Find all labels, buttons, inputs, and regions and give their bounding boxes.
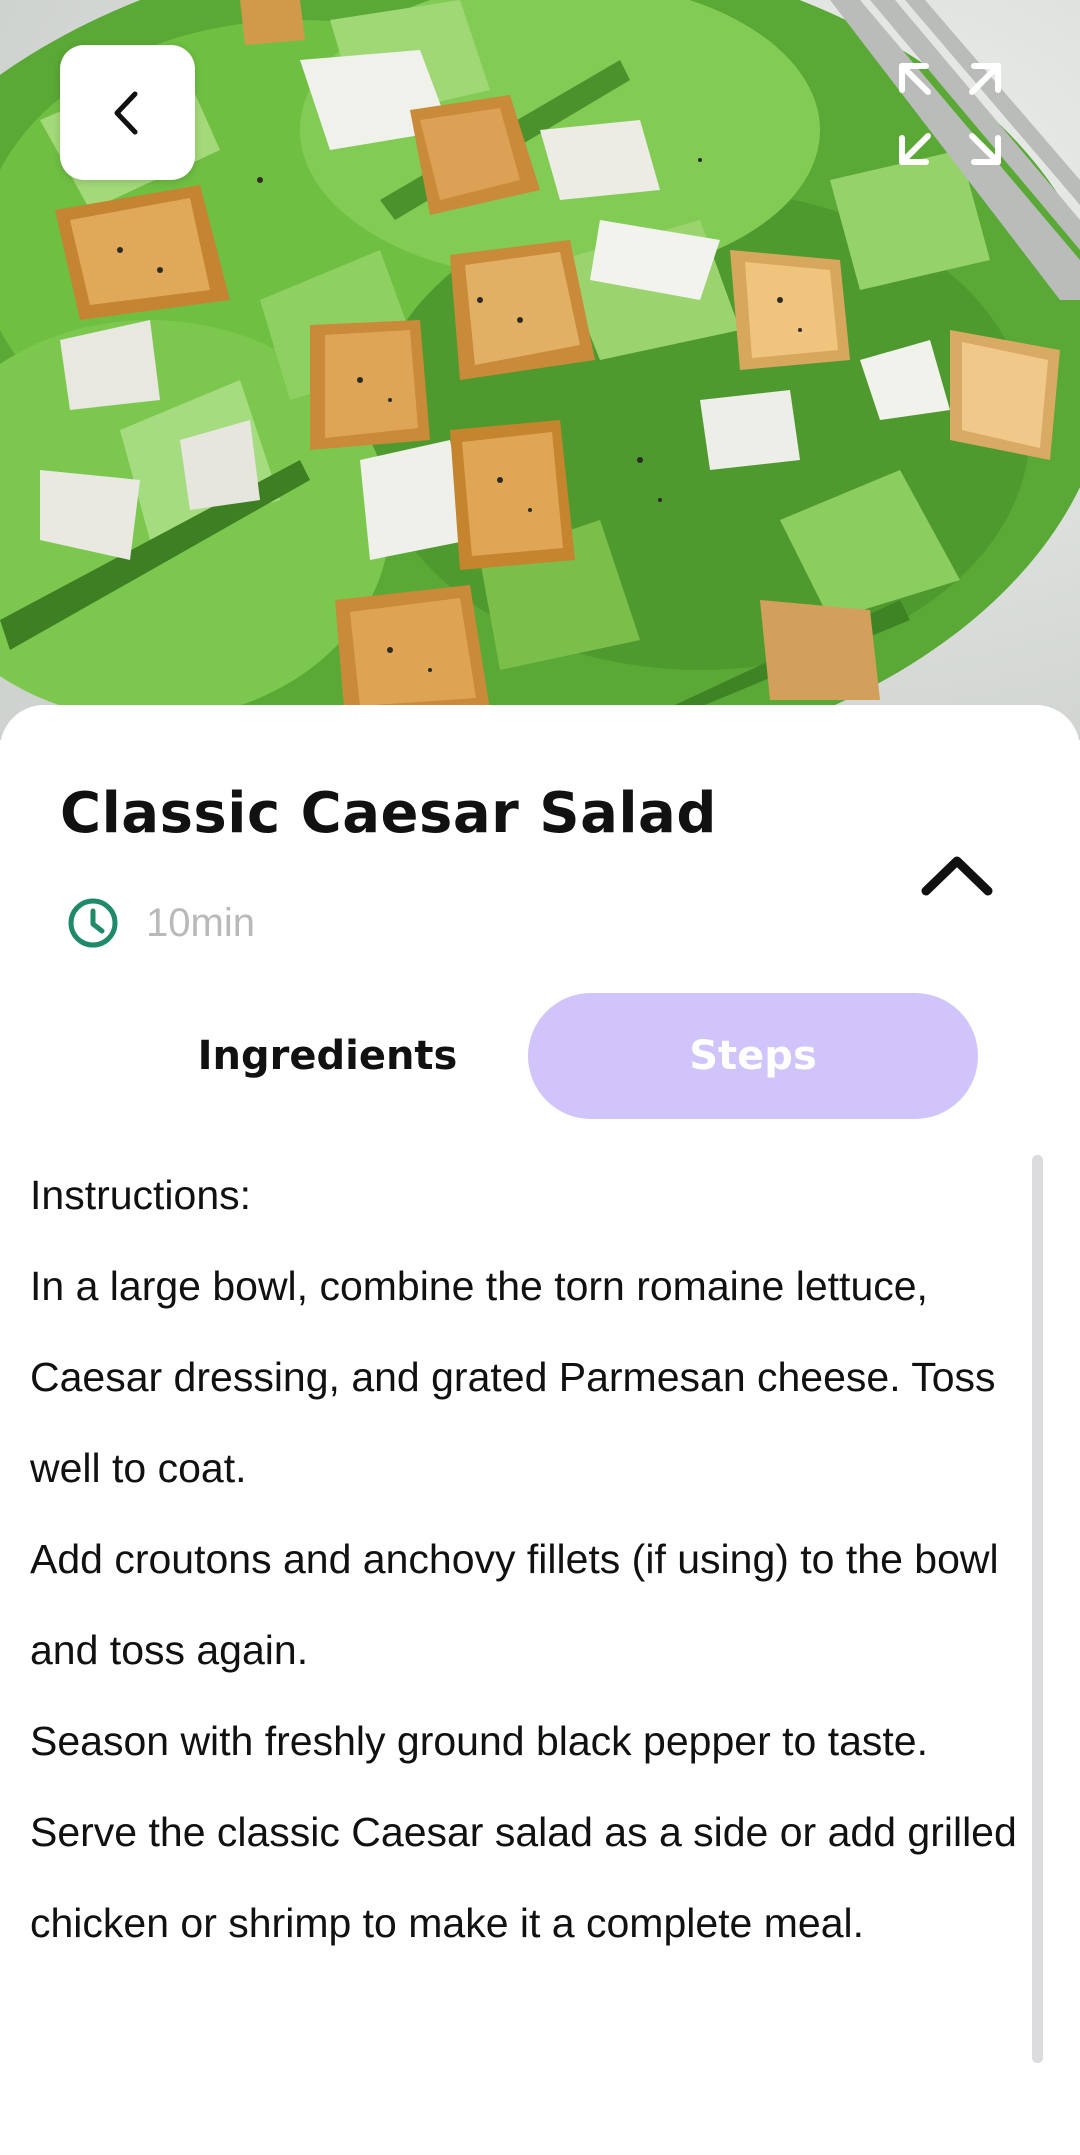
chevron-left-icon [114, 91, 137, 134]
step-item: In a large bowl, combine the torn romain… [30, 1263, 996, 1491]
step-item: Add croutons and anchovy fillets (if usi… [30, 1536, 999, 1673]
recipe-title: Classic Caesar Salad [60, 781, 717, 846]
instructions-heading: Instructions: [30, 1172, 252, 1218]
prep-time: 10min [66, 893, 255, 953]
recipe-hero-image [0, 0, 1080, 740]
expand-image-button[interactable] [898, 62, 1002, 166]
collapse-sheet-button[interactable] [916, 845, 998, 905]
clock-icon [68, 898, 118, 948]
steps-content: Instructions: In a large bowl, combine t… [30, 1150, 1040, 1969]
prep-time-value: 10min [146, 900, 255, 945]
chevron-up-icon [921, 856, 993, 896]
step-item: Season with freshly ground black pepper … [30, 1718, 928, 1764]
back-button[interactable] [60, 45, 195, 180]
tab-ingredients[interactable]: Ingredients [150, 993, 505, 1119]
recipe-detail-sheet: Classic Caesar Salad 10min Ingredients S… [0, 705, 1080, 2155]
expand-icon [899, 63, 1001, 165]
tab-steps[interactable]: Steps [528, 993, 978, 1119]
step-item: Serve the classic Caesar salad as a side… [30, 1809, 1017, 1946]
scrollbar[interactable] [1032, 1155, 1043, 2063]
